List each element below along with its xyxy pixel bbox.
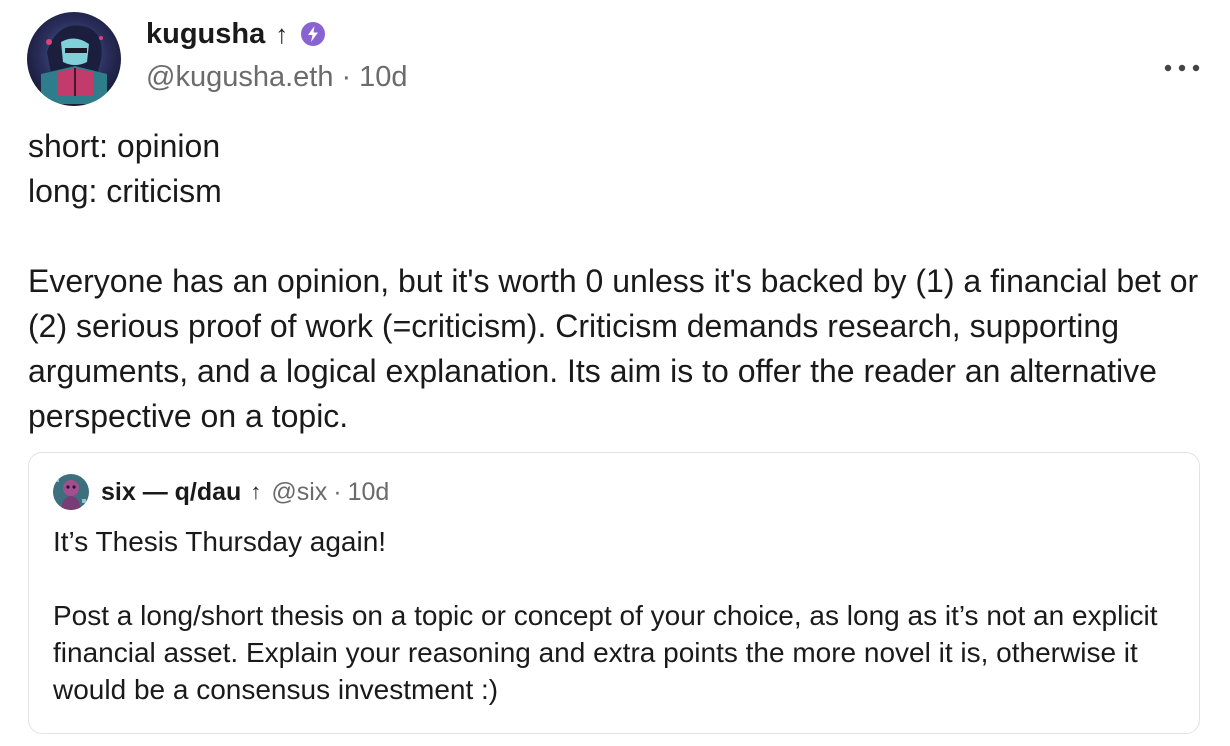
- quote-author-name[interactable]: six — q/dau: [101, 478, 241, 507]
- power-badge-icon: [300, 21, 326, 47]
- post-body: short: opinion long: criticism Everyone …: [28, 124, 1208, 439]
- more-horizontal-icon: [1164, 64, 1200, 72]
- arrow-up-icon: ↑: [250, 479, 262, 504]
- separator-dot: ·: [333, 477, 342, 506]
- post-paragraph: Everyone has an opinion, but it's worth …: [28, 263, 1199, 434]
- author-handle-line: @kugusha.eth · 10d: [146, 58, 408, 96]
- more-options-button[interactable]: [1158, 52, 1206, 84]
- quoted-cast-card[interactable]: six — q/dau ↑ @six · 10d It’s Thesis Thu…: [28, 452, 1200, 734]
- separator-dot: ·: [341, 60, 352, 93]
- arrow-up-icon: ↑: [275, 18, 289, 49]
- author-avatar[interactable]: [27, 12, 121, 106]
- quote-body: It’s Thesis Thursday again! Post a long/…: [53, 523, 1173, 708]
- quote-meta: @six · 10d: [271, 478, 389, 507]
- cast-post: kugusha ↑ @kugusha.eth · 10d short: opin…: [0, 0, 1230, 746]
- post-line-2: long: criticism: [28, 173, 222, 209]
- quote-avatar-image: [53, 474, 89, 510]
- quote-line-1: It’s Thesis Thursday again!: [53, 526, 387, 557]
- quote-author-avatar[interactable]: [53, 474, 89, 510]
- quote-author-handle[interactable]: @six: [271, 478, 327, 507]
- quote-time[interactable]: 10d: [348, 478, 390, 507]
- author-name[interactable]: kugusha: [146, 18, 265, 51]
- avatar-image: [27, 12, 121, 106]
- quote-paragraph: Post a long/short thesis on a topic or c…: [53, 600, 1158, 705]
- author-handle[interactable]: @kugusha.eth: [146, 61, 333, 94]
- post-time[interactable]: 10d: [359, 61, 407, 94]
- post-line-1: short: opinion: [28, 128, 221, 164]
- author-line: kugusha ↑: [146, 14, 326, 54]
- quote-header: six — q/dau ↑ @six · 10d: [53, 473, 389, 511]
